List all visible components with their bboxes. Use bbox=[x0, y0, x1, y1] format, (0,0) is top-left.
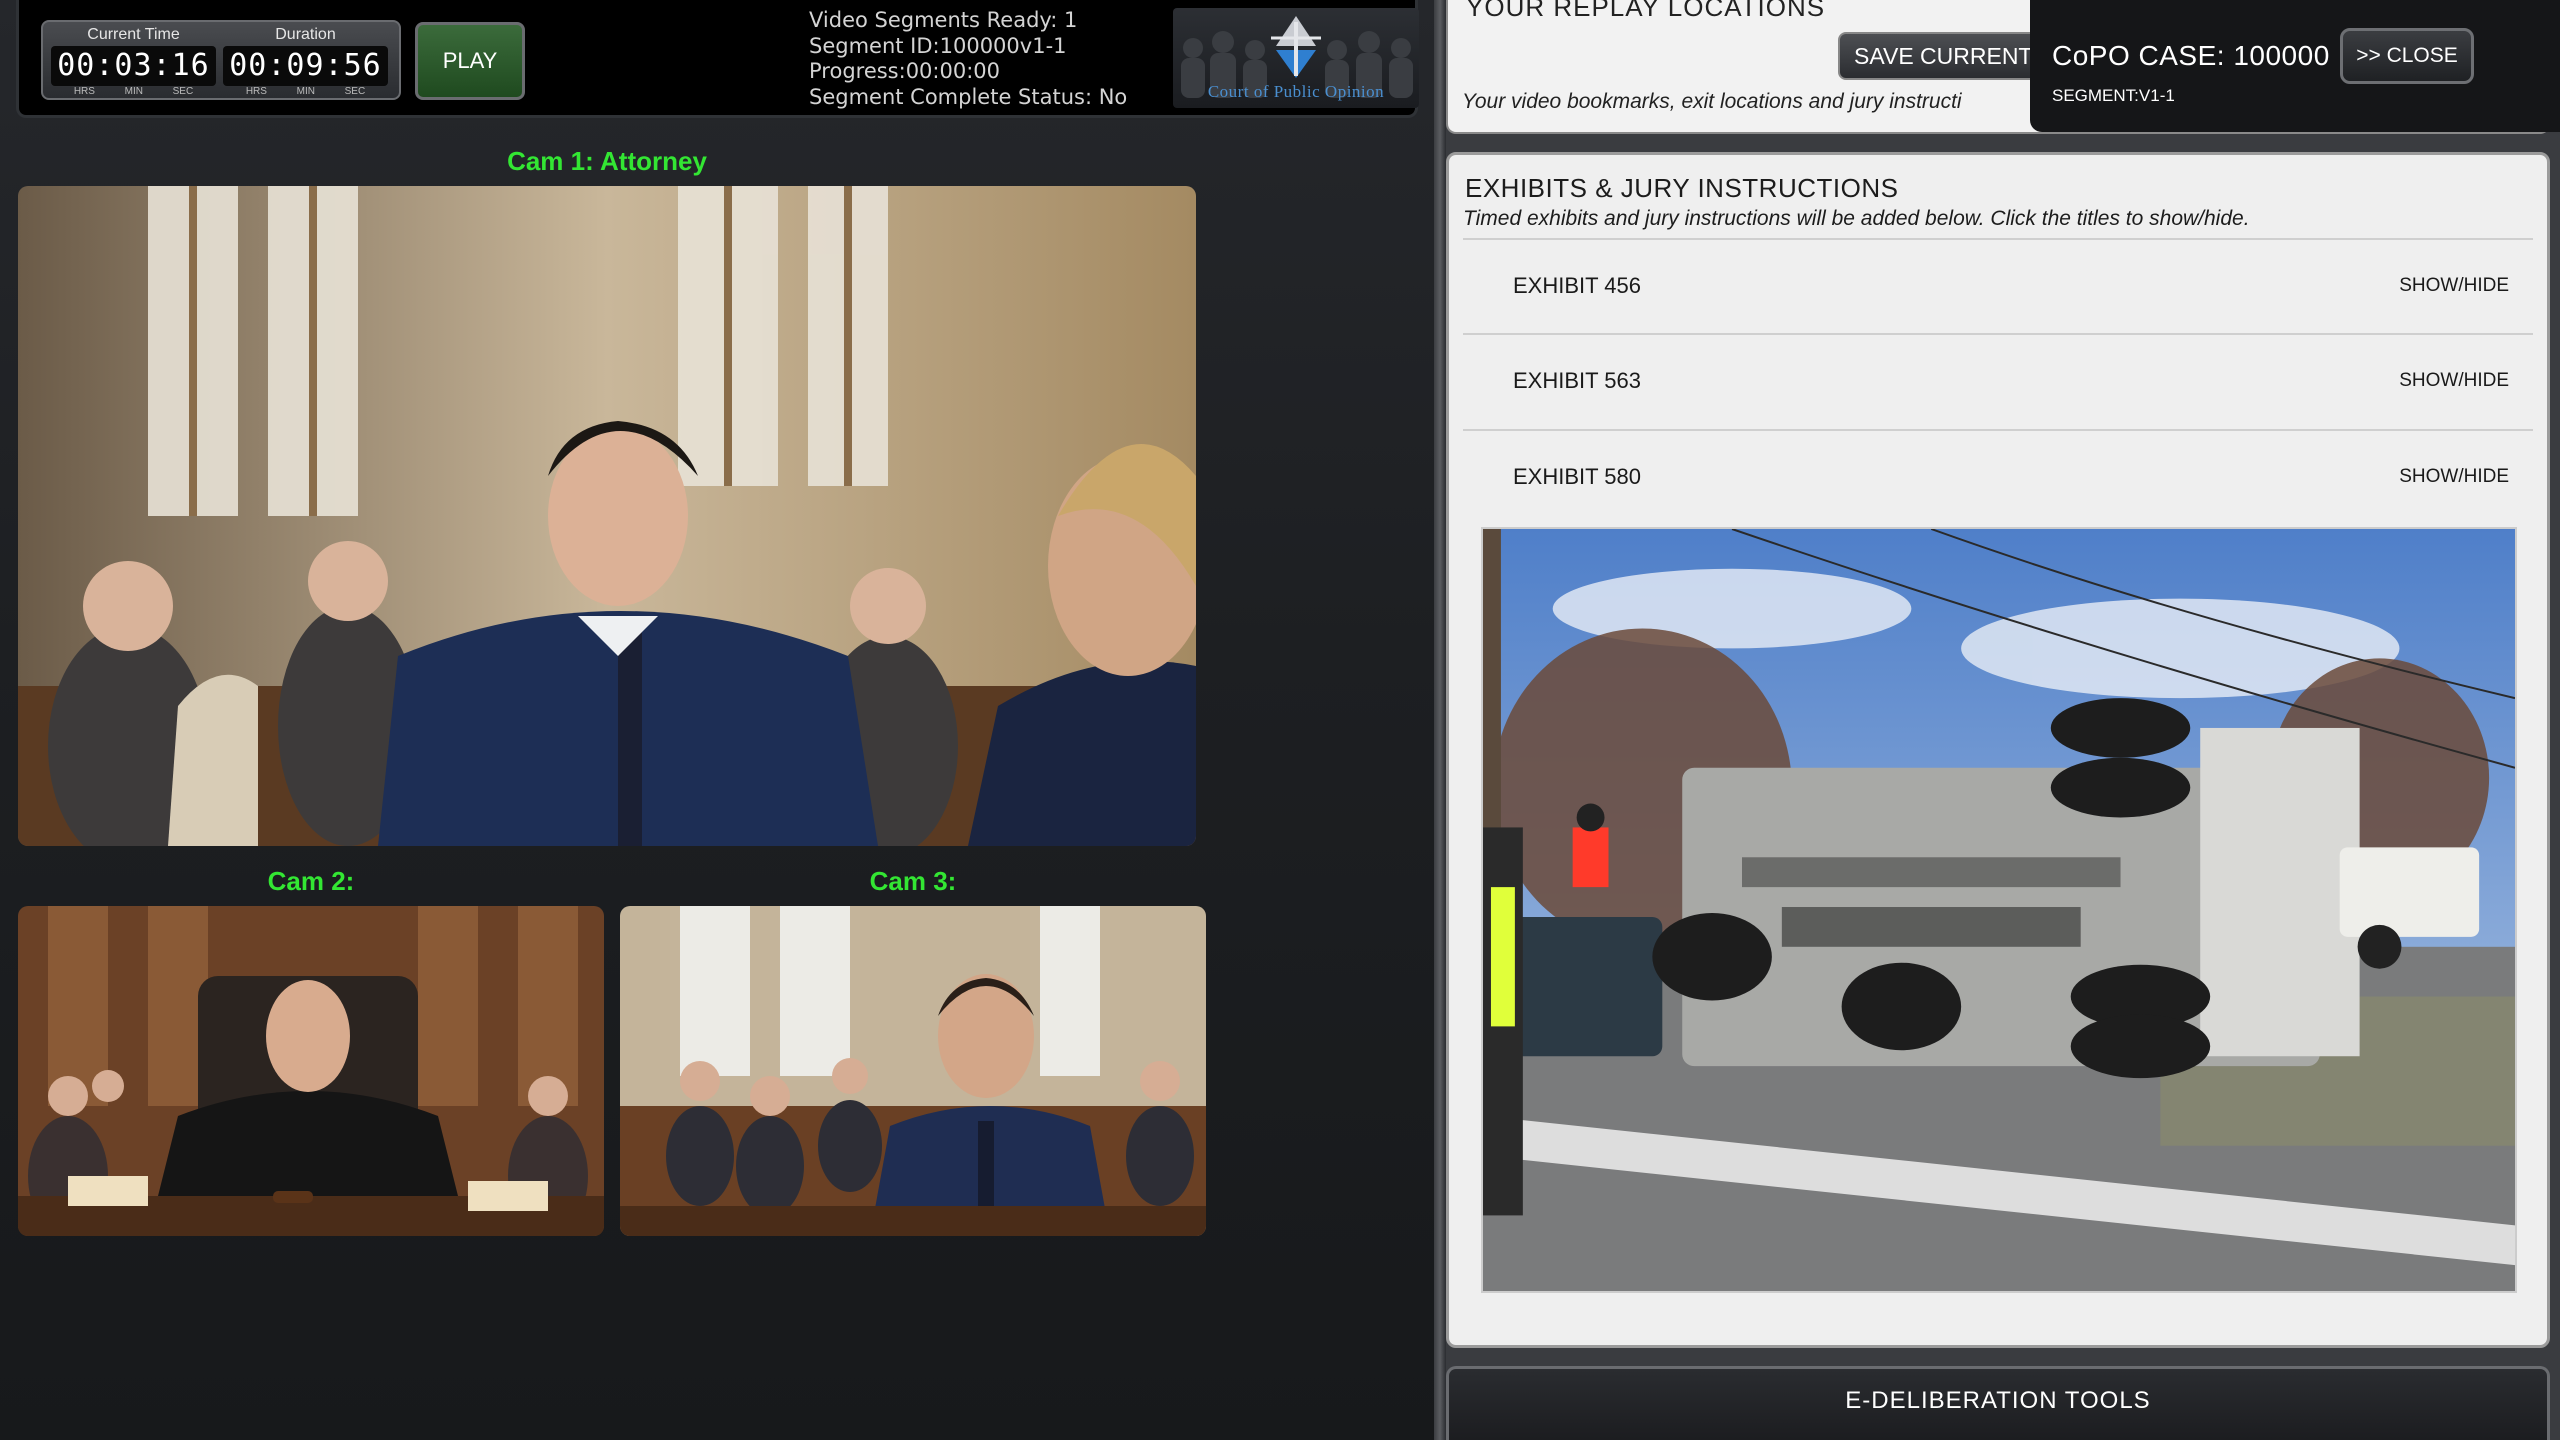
courtroom-observer-scene bbox=[620, 906, 1206, 1236]
cam3-video-feed[interactable] bbox=[620, 906, 1206, 1236]
divider bbox=[1463, 429, 2533, 431]
current-time-value: 00:03:16 bbox=[51, 46, 216, 86]
unit-hrs: HRS bbox=[245, 86, 267, 97]
close-button[interactable]: >> CLOSE bbox=[2340, 28, 2474, 84]
overturned-truck-photo bbox=[1483, 529, 2515, 1291]
segments-ready-text: Video Segments Ready: 1 bbox=[809, 8, 1078, 32]
unit-sec: SEC bbox=[344, 86, 366, 97]
player-control-bar: Current Time 00:03:16 HRS MIN SEC Durati… bbox=[16, 0, 1419, 118]
unit-min: MIN bbox=[124, 86, 143, 97]
exhibit-row[interactable]: EXHIBIT 563 SHOW/HIDE bbox=[1463, 368, 2533, 458]
exhibit-title[interactable]: EXHIBIT 456 bbox=[1513, 273, 1641, 299]
e-deliberation-title: E-DELIBERATION TOOLS bbox=[1845, 1387, 2151, 1414]
logo-text: Court of Public Opinion bbox=[1207, 82, 1385, 101]
time-display: Current Time 00:03:16 HRS MIN SEC Durati… bbox=[41, 20, 401, 100]
exhibits-description: Timed exhibits and jury instructions wil… bbox=[1463, 207, 2250, 230]
show-hide-toggle[interactable]: SHOW/HIDE bbox=[2399, 466, 2509, 488]
panel-divider[interactable] bbox=[1434, 0, 1446, 1440]
cam1-video-feed[interactable] bbox=[18, 186, 1196, 846]
e-deliberation-tools-bar[interactable]: E-DELIBERATION TOOLS bbox=[1446, 1366, 2550, 1440]
exhibits-title: EXHIBITS & JURY INSTRUCTIONS bbox=[1465, 173, 1899, 203]
courtroom-attorney-scene bbox=[18, 186, 1196, 846]
replay-description: Your video bookmarks, exit locations and… bbox=[1462, 90, 1962, 113]
replay-locations-title: YOUR REPLAY LOCATIONS bbox=[1466, 0, 1826, 22]
time-units: HRS MIN SEC bbox=[223, 86, 388, 98]
duration-value: 00:09:56 bbox=[223, 46, 388, 86]
show-hide-toggle[interactable]: SHOW/HIDE bbox=[2399, 275, 2509, 297]
segment-id-text: Segment ID:100000v1-1 bbox=[809, 33, 1067, 58]
current-time-label: Current Time bbox=[87, 26, 180, 43]
cam1-label: Cam 1: Attorney bbox=[507, 146, 707, 176]
cam2-label: Cam 2: bbox=[267, 866, 355, 896]
courtroom-judge-scene bbox=[18, 906, 604, 1236]
duration-label: Duration bbox=[275, 26, 336, 43]
case-title: CoPO CASE: 100000 bbox=[2052, 40, 2330, 71]
court-of-public-opinion-logo: Court of Public Opinion bbox=[1173, 8, 1419, 108]
exhibits-section: EXHIBITS & JURY INSTRUCTIONS Timed exhib… bbox=[1446, 152, 2550, 1348]
time-units: HRS MIN SEC bbox=[51, 86, 216, 98]
play-button[interactable]: PLAY bbox=[415, 22, 525, 100]
video-player-panel: Current Time 00:03:16 HRS MIN SEC Durati… bbox=[0, 0, 1434, 1440]
exhibit-row[interactable]: EXHIBIT 456 SHOW/HIDE bbox=[1463, 273, 2533, 363]
case-panel: YOUR REPLAY LOCATIONS SAVE CURRENT Your … bbox=[1446, 0, 2560, 1440]
current-time-display: Current Time 00:03:16 HRS MIN SEC bbox=[51, 26, 216, 98]
progress-text: Progress:00:00:00 bbox=[809, 59, 1001, 83]
exhibit-title[interactable]: EXHIBIT 563 bbox=[1513, 368, 1641, 394]
unit-hrs: HRS bbox=[73, 86, 95, 97]
case-info-overlay: CoPO CASE: 100000 SEGMENT:V1-1 >> CLOSE bbox=[2030, 0, 2560, 132]
divider bbox=[1463, 333, 2533, 335]
duration-display: Duration 00:09:56 HRS MIN SEC bbox=[223, 26, 388, 98]
exhibit-580-image bbox=[1481, 527, 2517, 1293]
unit-sec: SEC bbox=[172, 86, 194, 97]
divider bbox=[1463, 238, 2533, 240]
segment-complete-text: Segment Complete Status: No bbox=[809, 84, 1128, 109]
segment-status: Video Segments Ready: 1 Segment ID:10000… bbox=[809, 8, 1127, 110]
cam3-label: Cam 3: bbox=[869, 866, 957, 896]
show-hide-toggle[interactable]: SHOW/HIDE bbox=[2399, 370, 2509, 392]
unit-min: MIN bbox=[296, 86, 315, 97]
cam2-video-feed[interactable] bbox=[18, 906, 604, 1236]
case-segment: SEGMENT:V1-1 bbox=[2052, 86, 2175, 105]
exhibit-title[interactable]: EXHIBIT 580 bbox=[1513, 464, 1641, 490]
